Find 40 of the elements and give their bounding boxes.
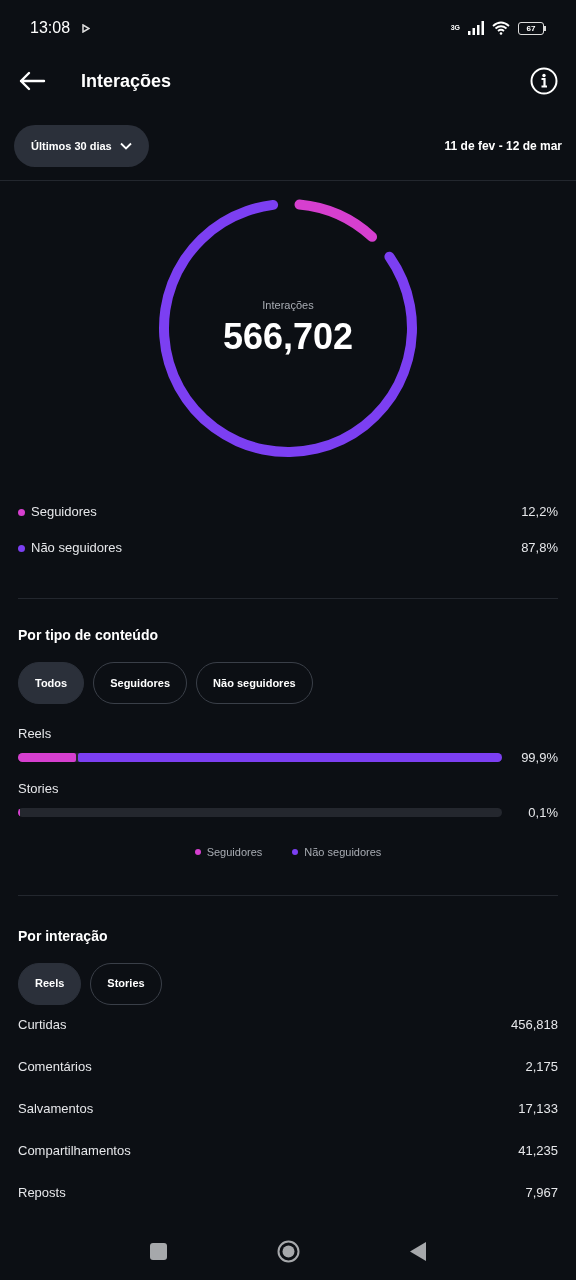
home-icon[interactable]	[277, 1239, 300, 1263]
info-icon[interactable]	[530, 67, 558, 95]
page-title: Interações	[81, 69, 173, 93]
interaction-value: 7,967	[525, 1183, 558, 1202]
back-arrow-icon[interactable]	[18, 71, 46, 91]
play-icon	[82, 23, 91, 33]
legend-value: 87,8%	[521, 539, 558, 558]
chevron-down-icon	[119, 142, 132, 150]
interaction-value: 456,818	[511, 1015, 558, 1034]
donut-label: Interações	[262, 298, 314, 314]
interaction-label: Compartilhamentos	[18, 1141, 131, 1160]
back-icon[interactable]	[410, 1241, 426, 1261]
interaction-value: 2,175	[525, 1057, 558, 1076]
filter-tab[interactable]: Todos	[18, 662, 85, 704]
date-range: 11 de fev - 12 de mar	[444, 138, 562, 155]
battery-icon: 67	[518, 21, 546, 35]
interaction-value: 41,235	[518, 1141, 558, 1160]
donut-total: 566,702	[222, 314, 354, 359]
section-title: Por tipo de conteúdo	[17, 626, 159, 645]
interaction-label: Salvamentos	[18, 1099, 94, 1118]
legend-label: Seguidores	[31, 503, 97, 522]
status-time: 13:08	[30, 18, 71, 38]
filter-tab[interactable]: Reels	[18, 962, 82, 1005]
section-title: Por interação	[17, 926, 109, 946]
period-dropdown[interactable]: Últimos 30 dias	[14, 125, 149, 167]
recents-icon[interactable]	[150, 1242, 167, 1260]
interaction-label: Curtidas	[18, 1015, 67, 1034]
wifi-icon	[492, 21, 510, 35]
interaction-label: Comentários	[18, 1057, 92, 1076]
legend-label: Não seguidores	[304, 845, 382, 860]
legend-label: Seguidores	[206, 845, 263, 860]
content-type-label: Stories	[18, 780, 60, 798]
interaction-label: Reposts	[18, 1183, 66, 1202]
content-type-value: 99,9%	[521, 748, 558, 767]
interaction-value: 17,133	[518, 1099, 558, 1118]
legend-label: Não seguidores	[31, 539, 123, 558]
content-type-value: 0,1%	[528, 803, 558, 822]
legend-value: 12,2%	[521, 503, 558, 522]
signal-icon	[468, 21, 484, 35]
content-type-label: Reels	[18, 725, 53, 743]
